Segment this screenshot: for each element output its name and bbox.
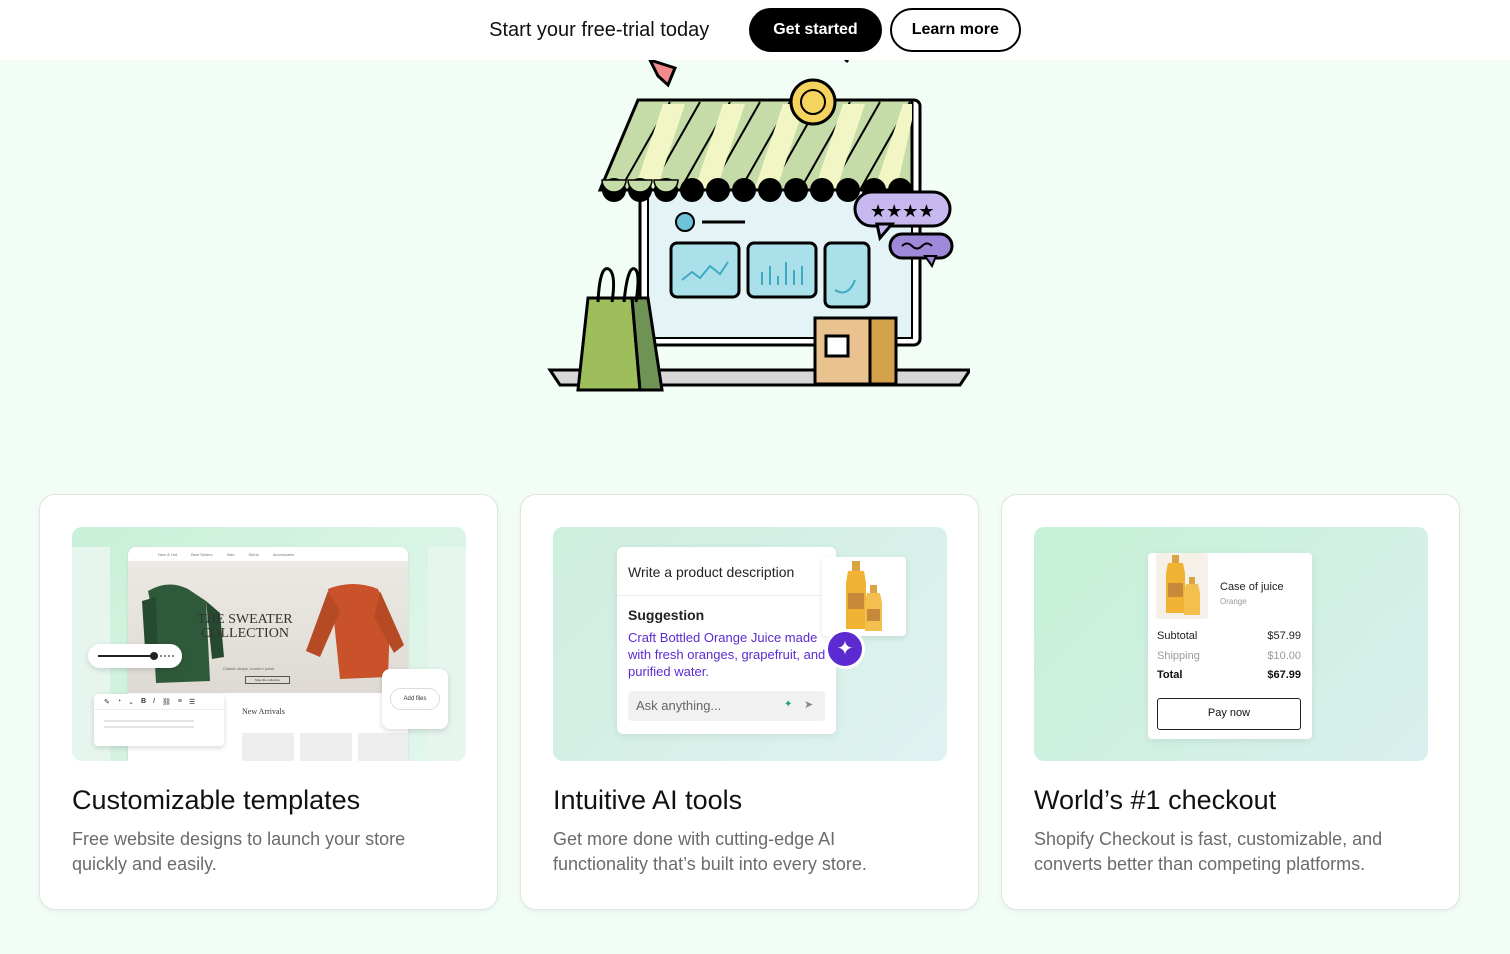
promo-text: Start your free-trial today [489, 18, 710, 41]
list-icon: ≡ [177, 698, 182, 705]
preview-nav-item: Shirts [248, 551, 259, 557]
feature-card-checkout[interactable]: Case of juice Orange Subtotal $57.99 Shi… [1001, 494, 1460, 910]
product-thumbnail [1156, 553, 1208, 619]
preview-product-tile [300, 733, 352, 761]
checkout-summary: Case of juice Orange Subtotal $57.99 Shi… [1148, 553, 1312, 739]
ask-placeholder: Ask anything... [636, 698, 722, 713]
style-icon: ◔ [116, 698, 122, 705]
preview-nav: New & Hot Best Sellers Sale Shirts Acces… [128, 547, 408, 561]
add-files-button: Add files [390, 688, 440, 710]
card-description: Get more done with cutting-edge AI funct… [553, 829, 867, 874]
total-label: Total [1157, 669, 1183, 681]
card-title: World’s #1 checkout [1034, 785, 1277, 815]
text-editor: ✎ ◔ ⌄ B I ⛓ ≡ ☰ [94, 694, 224, 746]
preview-product-grid [242, 733, 408, 761]
storefront-laptop-icon: ★★★★ [547, 52, 973, 392]
numbered-list-icon: ☰ [188, 698, 196, 706]
chevron-down-icon: ⌄ [128, 698, 134, 706]
storefront-illustration: ★★★★ [540, 40, 973, 400]
preview-hero: THE SWEATER COLLECTION Classic shape, mo… [128, 561, 408, 693]
shipping-label: Shipping [1157, 650, 1200, 662]
bold-icon: B [140, 698, 147, 705]
magic-icon: ✎ [104, 698, 110, 706]
ai-description-panel: Write a product description Suggestion C… [617, 547, 836, 734]
slider-rest [160, 655, 174, 657]
juice-bottles-icon [1166, 555, 1200, 615]
subtotal-row: Subtotal $57.99 [1157, 630, 1301, 642]
divider [617, 595, 836, 596]
slider-track [98, 655, 154, 657]
shipping-value: $10.00 [1267, 650, 1301, 662]
preview-nav-item: New & Hot [158, 551, 178, 557]
subtotal-value: $57.99 [1267, 630, 1301, 642]
file-upload: Add files [382, 669, 448, 729]
learn-more-button[interactable]: Learn more [889, 8, 1021, 52]
svg-text:★★★★: ★★★★ [870, 201, 935, 222]
italic-icon: I [153, 698, 155, 705]
preview-nav-item: Best Sellers [191, 551, 213, 557]
editor-toolbar: ✎ ◔ ⌄ B I ⛓ ≡ ☰ [94, 694, 224, 710]
templates-mockup: New & Hot Best Sellers Sale Shirts Acces… [72, 527, 466, 761]
ai-tools-mockup: Write a product description Suggestion C… [553, 527, 947, 761]
product-variant: Orange [1220, 597, 1247, 606]
preview-section-title: New Arrivals [242, 707, 285, 716]
card-description: Free website designs to launch your stor… [72, 829, 406, 874]
preview-hero-title: THE SWEATER COLLECTION [197, 612, 293, 641]
product-name: Case of juice [1220, 581, 1284, 593]
link-icon: ⛓ [162, 698, 171, 706]
editor-text-lines [104, 720, 194, 722]
shipping-row: Shipping $10.00 [1157, 650, 1301, 662]
preview-shop-button: Shop the collection [245, 676, 290, 684]
preview-nav-item: Sale [226, 551, 235, 557]
checkout-mockup: Case of juice Orange Subtotal $57.99 Shi… [1034, 527, 1428, 761]
slider-handle [150, 652, 158, 660]
ai-panel-heading: Write a product description [628, 564, 795, 580]
ai-sparkle-icon: ✦ [825, 629, 865, 669]
total-row: Total $67.99 [1157, 669, 1301, 681]
card-title: Customizable templates [72, 785, 361, 815]
card-description: Shopify Checkout is fast, customizable, … [1034, 829, 1383, 874]
ask-input: Ask anything... ✦ ➤ [628, 691, 825, 721]
total-value: $67.99 [1267, 669, 1301, 681]
get-started-button[interactable]: Get started [749, 8, 882, 52]
juice-bottles-icon [846, 561, 882, 631]
feature-card-ai-tools[interactable]: Write a product description Suggestion C… [520, 494, 979, 910]
size-slider [88, 644, 182, 668]
suggestion-label: Suggestion [628, 607, 705, 623]
feature-card-templates[interactable]: New & Hot Best Sellers Sale Shirts Acces… [39, 494, 498, 910]
promo-bar: Start your free-trial today Get started … [0, 0, 1510, 60]
suggestion-text: Craft Bottled Orange Juice made with fre… [628, 630, 826, 679]
pay-now-button: Pay now [1157, 698, 1301, 730]
subtotal-label: Subtotal [1157, 630, 1198, 642]
preview-product-tile [242, 733, 294, 761]
preview-hero-sub: Classic shape, modern poise [223, 666, 275, 671]
card-title: Intuitive AI tools [553, 785, 743, 815]
sparkle-icon: ✦ [784, 699, 793, 710]
send-icon: ➤ [804, 699, 814, 711]
preview-product-tile [358, 733, 408, 761]
preview-nav-item: Accessories [272, 551, 295, 557]
product-image [822, 557, 906, 636]
